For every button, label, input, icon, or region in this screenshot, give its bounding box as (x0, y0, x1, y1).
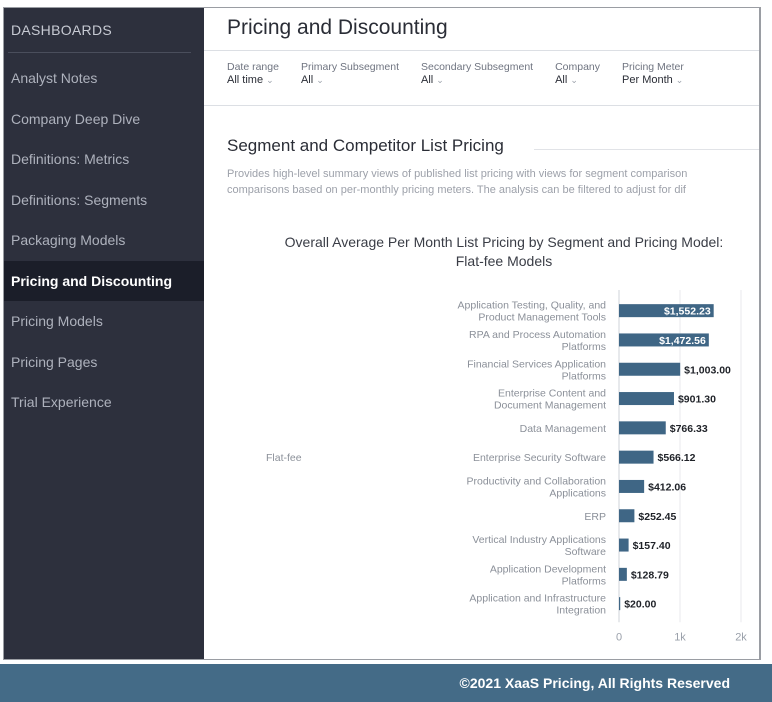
filter-value: All (300, 74, 314, 86)
bar (619, 509, 635, 523)
data-label: $766.33 (670, 423, 708, 435)
sidebar-item-analyst-notes[interactable]: Analyst Notes (4, 58, 204, 99)
category-label: ERP (584, 511, 606, 523)
filter-pricing-meter[interactable]: Pricing Meter Per Month ⌄ (622, 61, 684, 105)
chevron-down-icon: ⌄ (436, 75, 444, 85)
sidebar-item-pricing-pages[interactable]: Pricing Pages (4, 342, 204, 383)
filter-dropdown[interactable]: All time ⌄ (227, 74, 279, 86)
sidebar-item-definitions-metrics[interactable]: Definitions: Metrics (4, 139, 204, 180)
sidebar-item-pricing-and-discounting[interactable]: Pricing and Discounting (4, 260, 204, 301)
data-label: $20.00 (624, 599, 656, 611)
bar (619, 567, 627, 581)
chevron-down-icon: ⌄ (675, 75, 684, 85)
sidebar-item-pricing-models[interactable]: Pricing Models (4, 301, 204, 342)
filter-dropdown[interactable]: All ⌄ (301, 74, 399, 86)
category-label: Integration (556, 605, 606, 617)
filter-dropdown[interactable]: Per Month ⌄ (622, 74, 684, 86)
filter-dropdown[interactable]: All ⌄ (421, 74, 533, 86)
data-label: $1,472.56 (659, 335, 706, 347)
sidebar-item-company-deep-dive[interactable]: Company Deep Dive (4, 99, 204, 140)
chevron-down-icon: ⌄ (570, 75, 578, 85)
category-label: Vertical Industry Applications (472, 534, 606, 546)
category-label: Platforms (562, 575, 606, 587)
category-label: Applications (549, 487, 606, 499)
category-label: RPA and Process Automation (469, 329, 606, 341)
copyright-text: ©2021 XaaS Pricing, All Rights Reserved (459, 675, 730, 691)
main-content: Pricing and Discounting Date range All ti… (204, 8, 760, 659)
category-label: Product Management Tools (478, 312, 606, 324)
x-tick-label: 0 (616, 631, 622, 643)
data-label: $157.40 (633, 540, 671, 552)
sidebar-item-packaging-models[interactable]: Packaging Models (4, 220, 204, 261)
sidebar-item-definitions-segments[interactable]: Definitions: Segments (4, 180, 204, 221)
filter-label: Company (555, 61, 601, 73)
category-label: Financial Services Application (467, 358, 606, 370)
category-label: Productivity and Collaboration (467, 475, 607, 487)
filter-dropdown[interactable]: All ⌄ (555, 74, 600, 86)
bar (619, 392, 674, 406)
filter-value: All (421, 74, 434, 86)
sidebar-item-trial-experience[interactable]: Trial Experience (4, 382, 204, 423)
filter-value: Per Month (622, 74, 673, 86)
category-label: Application Testing, Quality, and (458, 300, 607, 312)
data-label: $252.45 (638, 511, 676, 523)
bar-chart: 0 1k 2k Flat-fee Application Testing, Qualit… (266, 290, 747, 643)
section-divider (534, 149, 760, 150)
bar (619, 421, 666, 435)
chevron-down-icon: ⌄ (316, 75, 324, 85)
chevron-down-icon: ⌄ (266, 75, 274, 85)
section-title: Segment and Competitor List Pricing (227, 136, 516, 156)
data-label: $412.06 (648, 481, 686, 493)
sidebar: DASHBOARDS Analyst Notes Company Deep Div… (4, 8, 204, 659)
filter-bar: Date range All time ⌄ Primary Subsegment All… (204, 51, 760, 105)
category-label: Software (565, 546, 607, 558)
data-label: $1,552.23 (664, 306, 711, 318)
category-label: Document Management (494, 400, 606, 412)
data-label: $566.12 (658, 452, 696, 464)
category-label: Platforms (562, 341, 606, 353)
bar (619, 538, 629, 552)
filter-date-range[interactable]: Date range All time ⌄ (227, 61, 279, 105)
frame-right-border (759, 8, 760, 659)
filter-value: All time (227, 74, 264, 86)
category-label: Platforms (562, 370, 606, 382)
bar (619, 450, 654, 464)
description-line: Provides high-level summary views of pub… (227, 168, 688, 180)
category-label: Enterprise Content and (498, 388, 606, 400)
section-description: Provides high-level summary views of pub… (227, 166, 760, 198)
filter-company[interactable]: Company All ⌄ (555, 61, 600, 105)
description-line: comparisons based on per-monthly pricing… (227, 184, 686, 196)
x-tick-label: 2k (735, 631, 747, 643)
filter-label: Pricing Meter (622, 61, 684, 73)
filter-label: Date range (227, 61, 279, 73)
data-label: $901.30 (678, 394, 716, 406)
dashboard-frame: DASHBOARDS Analyst Notes Company Deep Div… (3, 7, 761, 660)
sidebar-title: DASHBOARDS (11, 22, 113, 38)
chart-title: Overall Average Per Month List Pricing b… (244, 233, 760, 271)
bar (619, 479, 645, 493)
filter-value: All (555, 74, 568, 86)
chart-title-line: Flat-fee Models (455, 253, 553, 269)
filter-divider (204, 105, 760, 106)
chart-title-line: Overall Average Per Month List Pricing b… (284, 234, 724, 250)
bar (619, 597, 621, 611)
category-label: Data Management (520, 423, 606, 435)
filter-label: Secondary Subsegment (421, 61, 534, 73)
filter-secondary-subsegment[interactable]: Secondary Subsegment All ⌄ (421, 61, 533, 105)
bar (619, 362, 681, 376)
filter-primary-subsegment[interactable]: Primary Subsegment All ⌄ (301, 61, 399, 105)
x-tick-label: 1k (674, 631, 686, 643)
filter-label: Primary Subsegment (300, 61, 399, 73)
category-label: Application and Infrastructure (469, 593, 606, 605)
category-label: Application Development (490, 563, 606, 575)
category-label: Enterprise Security Software (473, 452, 606, 464)
data-label: $128.79 (631, 569, 669, 581)
group-label: Flat-fee (266, 452, 302, 464)
footer: ©2021 XaaS Pricing, All Rights Reserved (0, 664, 772, 702)
data-label: $1,003.00 (684, 364, 731, 376)
page-title: Pricing and Discounting (227, 16, 448, 39)
